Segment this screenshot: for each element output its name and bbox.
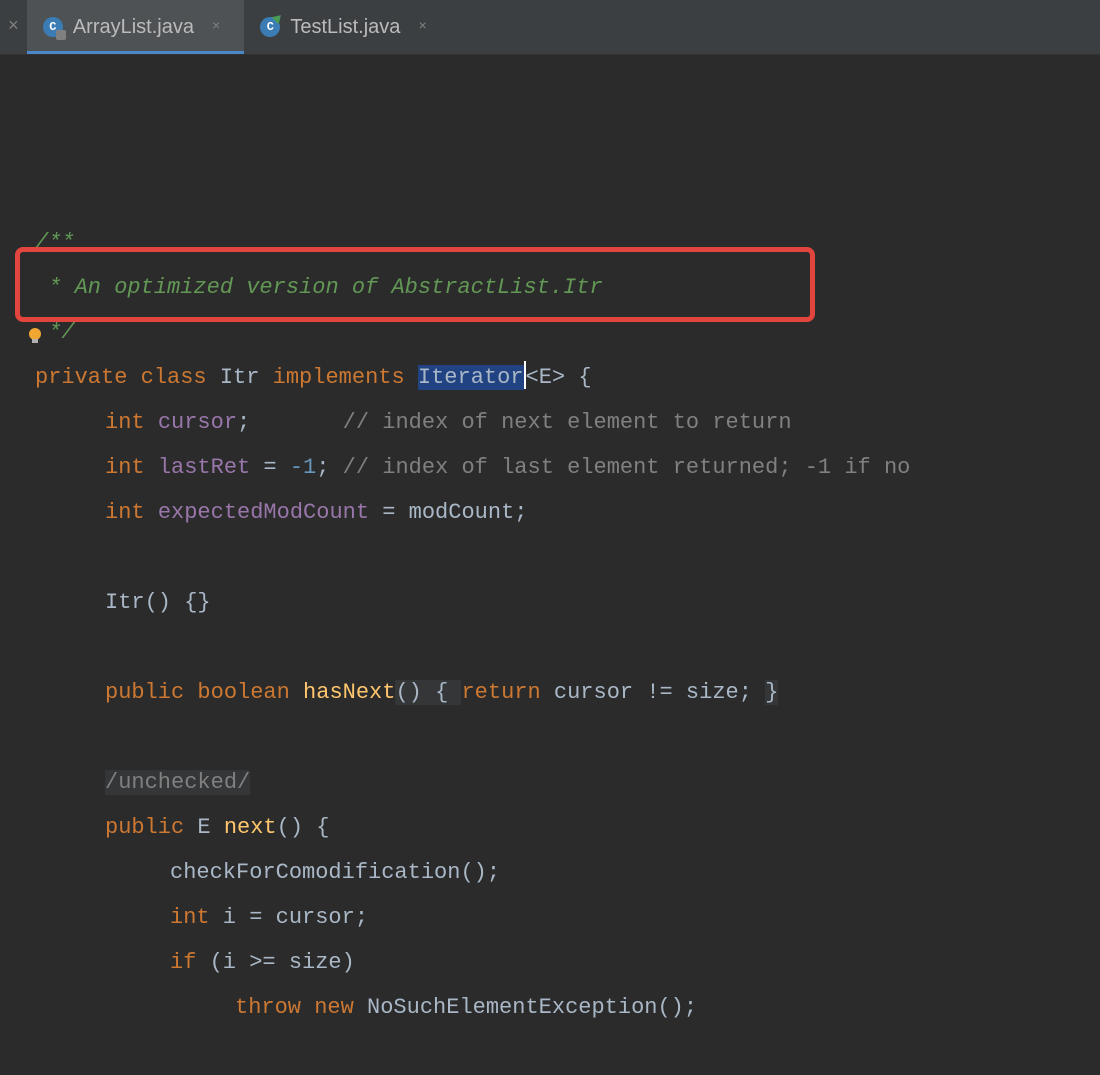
close-icon[interactable]: × xyxy=(410,19,434,35)
close-icon[interactable]: × xyxy=(204,19,228,35)
java-class-icon: C xyxy=(260,17,280,37)
method-next: public E next() { xyxy=(35,805,1100,850)
if-statement: if (i >= size) xyxy=(35,940,1100,985)
tab-testlist[interactable]: C TestList.java × xyxy=(244,0,450,54)
annotation: /unchecked/ xyxy=(35,760,1100,805)
tab-arraylist[interactable]: C ArrayList.java × xyxy=(27,0,245,54)
statement: int i = cursor; xyxy=(35,895,1100,940)
method-hasnext: public boolean hasNext() { return cursor… xyxy=(35,670,1100,715)
code-editor[interactable]: /** * An optimized version of AbstractLi… xyxy=(0,55,1100,1075)
throw-statement: throw new NoSuchElementException(); xyxy=(35,985,1100,1030)
lock-icon xyxy=(56,30,66,40)
class-declaration: private class Itr implements Iterator<E>… xyxy=(35,355,1100,400)
field-declaration: int expectedModCount = modCount; xyxy=(35,490,1100,535)
field-declaration: int cursor; // index of next element to … xyxy=(35,400,1100,445)
close-icon[interactable]: × xyxy=(0,17,27,37)
tab-label: TestList.java xyxy=(290,16,400,39)
javadoc: /** xyxy=(35,220,1100,265)
javadoc: */ xyxy=(35,310,1100,355)
statement: checkForComodification(); xyxy=(35,850,1100,895)
constructor: Itr() {} xyxy=(35,580,1100,625)
tab-bar: × C ArrayList.java × C TestList.java × xyxy=(0,0,1100,55)
java-class-icon: C xyxy=(43,17,63,37)
javadoc: * An optimized version of AbstractList.I… xyxy=(35,265,1100,310)
field-declaration: int lastRet = -1; // index of last eleme… xyxy=(35,445,1100,490)
tab-label: ArrayList.java xyxy=(73,16,194,39)
text-selection: Iterator xyxy=(418,365,524,390)
